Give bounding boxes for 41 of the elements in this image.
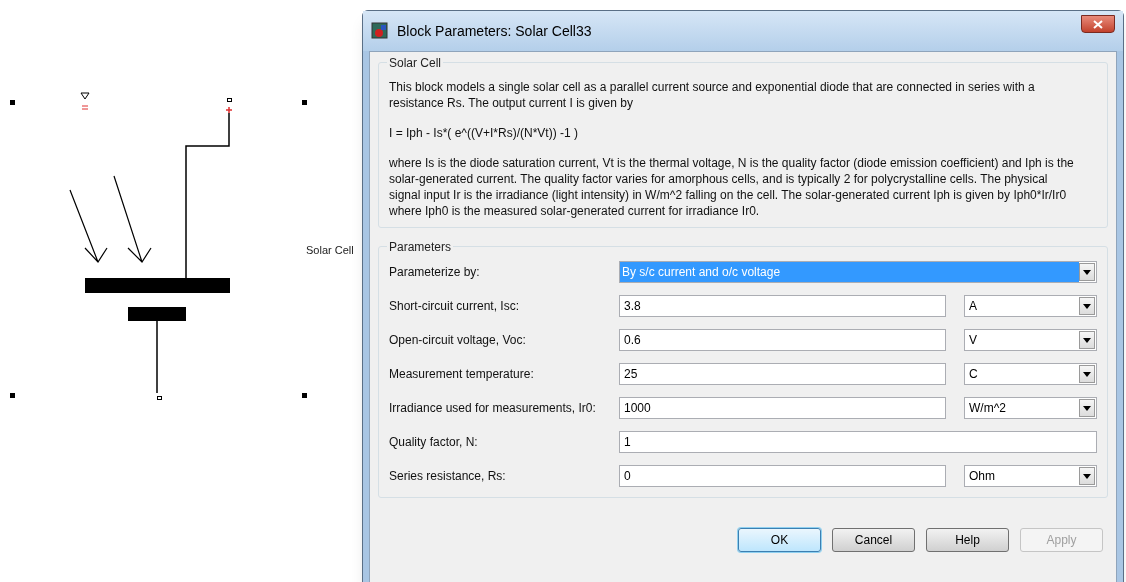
input-field[interactable]: 3.8 bbox=[619, 295, 946, 317]
input-port-icon[interactable] bbox=[80, 92, 90, 110]
parameter-label: Series resistance, Rs: bbox=[389, 468, 507, 485]
input-field[interactable]: 0 bbox=[619, 465, 946, 487]
selection-handle[interactable] bbox=[10, 393, 15, 398]
parameter-label: Quality factor, N: bbox=[389, 434, 479, 451]
description-text: where Is is the diode saturation current, Vt is the thermal voltage, N is the quality factor (diode emission coefficient) and Iph is the solar-generated current. The quality factor varies for amorphous cells, and is typically 2 for polycrystalline cells. The physical signal input Ir is the irradiance (light intensity) in W/m^2 falling on the cell. The solar-generated current Iph is given by Iph0*Ir/Ir0 where Iph0 is the measured solar-generated current for irradiance Ir0. bbox=[389, 155, 1075, 219]
selection-handle[interactable] bbox=[302, 393, 307, 398]
close-button[interactable] bbox=[1081, 15, 1115, 33]
input-field[interactable]: 1000 bbox=[619, 397, 946, 419]
description-text: I = Iph - Is*( e^((V+I*Rs)/(N*Vt)) -1 ) bbox=[389, 125, 579, 141]
dropdown[interactable]: A bbox=[964, 295, 1097, 317]
input-field[interactable]: 0.6 bbox=[619, 329, 946, 351]
parameter-label: Parameterize by: bbox=[389, 264, 481, 281]
simulink-block-icon[interactable] bbox=[371, 22, 389, 40]
dropdown[interactable]: C bbox=[964, 363, 1097, 385]
dialog-button[interactable]: Help bbox=[926, 528, 1009, 552]
block-label: Solar Cell bbox=[306, 243, 354, 258]
dropdown[interactable]: Ohm bbox=[964, 465, 1097, 487]
window-title: Block Parameters: Solar Cell33 bbox=[397, 21, 592, 41]
input-field[interactable]: 1 bbox=[619, 431, 1097, 453]
positive-port-icon[interactable] bbox=[225, 98, 233, 114]
dropdown[interactable]: W/m^2 bbox=[964, 397, 1097, 419]
description-text: This block models a single solar cell as a parallel current source and exponential diode that are connected in series with a resistance Rs. The output current I is given by bbox=[389, 79, 1036, 111]
dialog-button[interactable]: Cancel bbox=[832, 528, 915, 552]
dropdown-value: Ohm bbox=[968, 468, 996, 485]
selection-handle[interactable] bbox=[10, 100, 15, 105]
parameter-label: Irradiance used for measurements, Ir0: bbox=[389, 400, 597, 417]
close-icon bbox=[1093, 19, 1103, 29]
negative-port-icon[interactable] bbox=[157, 396, 162, 400]
dropdown-value: V bbox=[968, 332, 978, 349]
dropdown-value: C bbox=[968, 366, 979, 383]
dropdown-value: A bbox=[968, 298, 978, 315]
parameter-label: Short-circuit current, Isc: bbox=[389, 298, 521, 315]
dropdown-value: W/m^2 bbox=[968, 400, 1007, 417]
input-field[interactable]: 25 bbox=[619, 363, 946, 385]
parameter-label: Measurement temperature: bbox=[389, 366, 535, 383]
dropdown[interactable]: V bbox=[964, 329, 1097, 351]
dialog-button[interactable]: OK bbox=[738, 528, 821, 552]
selection-handle[interactable] bbox=[302, 100, 307, 105]
parameter-label: Open-circuit voltage, Voc: bbox=[389, 332, 527, 349]
